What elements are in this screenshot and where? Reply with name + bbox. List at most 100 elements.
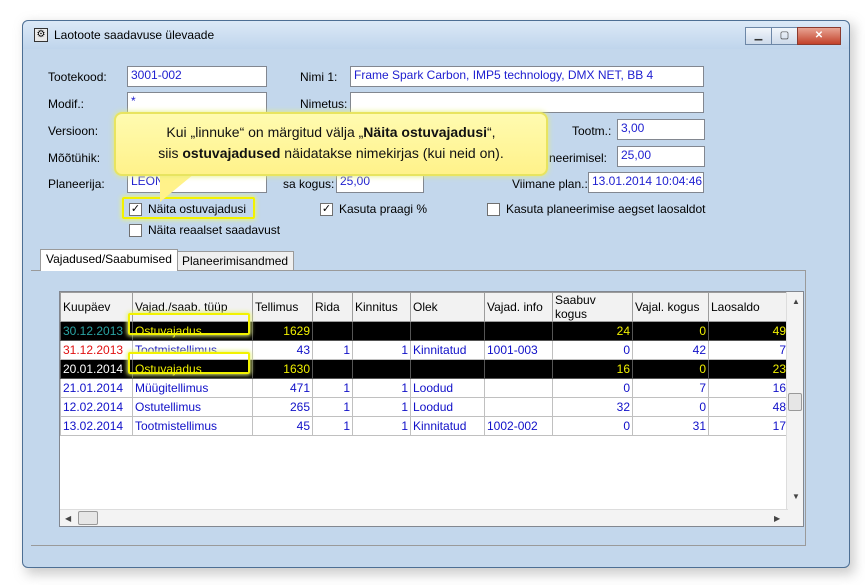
column-header[interactable]: Laosaldo (708, 292, 789, 322)
naita-reaalset-checkbox[interactable]: Näita reaalset saadavust (129, 223, 280, 237)
table-cell: 1 (312, 397, 353, 417)
table-cell: 1 (352, 378, 411, 398)
title-bar[interactable]: ⚙ Laotoote saadavuse ülevaade ▁ ▢ ✕ (23, 21, 849, 49)
table-cell: 30.12.2013 (60, 321, 133, 341)
table-cell: Ostutellimus (132, 397, 253, 417)
table-cell: 16 (708, 378, 789, 398)
column-header[interactable]: Vajal. kogus (632, 292, 709, 322)
table-cell: 0 (552, 340, 633, 360)
table-cell: 17 (708, 416, 789, 436)
table-cell (484, 359, 553, 379)
table-cell: 0 (552, 416, 633, 436)
column-header[interactable]: Kuupäev (60, 292, 133, 322)
table-cell: 13.02.2014 (60, 416, 133, 436)
empty-row (61, 436, 789, 455)
table-row[interactable]: 13.02.2014 Tootmistellimus 45 1 1 Kinnitatud 1… (60, 416, 789, 436)
table-cell: Kinnitatud (410, 416, 485, 436)
window-title: Laotoote saadavuse ülevaade (54, 28, 215, 42)
column-header[interactable]: Kinnitus (352, 292, 411, 322)
scroll-left-icon[interactable]: ◀ (65, 514, 71, 523)
table-cell (312, 321, 353, 341)
highlight-row1 (128, 313, 250, 335)
table-cell (312, 359, 353, 379)
table-cell: 23 (708, 359, 789, 379)
table-cell: Loodud (410, 397, 485, 417)
kogus-label: sa kogus: (283, 177, 335, 191)
app-icon: ⚙ (34, 28, 48, 42)
viimane-plan-label: Viimane plan.: (512, 177, 588, 191)
table-cell: 43 (252, 340, 313, 360)
table-cell (484, 321, 553, 341)
table-cell: 1 (312, 378, 353, 398)
close-button[interactable]: ✕ (797, 27, 841, 45)
table-cell: 7 (708, 340, 789, 360)
empty-row (61, 474, 789, 493)
tootekood-field[interactable]: 3001-002 (127, 66, 267, 87)
vertical-scrollbar[interactable]: ▲ ▼ (786, 292, 803, 526)
table-cell: 1 (312, 340, 353, 360)
maximize-button[interactable]: ▢ (771, 27, 797, 45)
table-cell: 49 (708, 321, 789, 341)
tooltip-callout: Kui „linnuke“ on märgitud välja „Näita o… (114, 112, 548, 176)
tab-vajadused[interactable]: Vajadused/Saabumised (40, 249, 178, 271)
table-row[interactable]: 21.01.2014 Müügitellimus 471 1 1 Loodud 0 7 16 (60, 378, 789, 398)
table-cell: 0 (632, 359, 709, 379)
table-cell: Tootmistellimus (132, 416, 253, 436)
table-cell: 1 (352, 397, 411, 417)
table-cell: 265 (252, 397, 313, 417)
table-cell: 31.12.2013 (60, 340, 133, 360)
table-cell (352, 359, 411, 379)
modif-label: Modif.: (48, 97, 85, 111)
planeerimisel-field[interactable]: 25,00 (617, 146, 705, 167)
scroll-thumb[interactable] (788, 393, 802, 411)
tootm-field[interactable]: 3,00 (617, 119, 705, 140)
table-cell: Müügitellimus (132, 378, 253, 398)
planeerija-label: Planeerija: (48, 177, 105, 191)
table-cell: 1 (312, 416, 353, 436)
column-header[interactable]: Tellimus (252, 292, 313, 322)
table-row[interactable]: 12.02.2014 Ostutellimus 265 1 1 Loodud 32 0 48 (60, 397, 789, 417)
scroll-hthumb[interactable] (78, 511, 98, 525)
mootuhik-label: Mõõtühik: (48, 151, 101, 165)
viimane-plan-field[interactable]: 13.01.2014 10:04:46 (588, 172, 704, 193)
table-cell: 471 (252, 378, 313, 398)
table-cell (410, 359, 485, 379)
scroll-right-icon[interactable]: ▶ (774, 514, 780, 523)
nimetus-field[interactable] (350, 92, 704, 113)
table-cell: 12.02.2014 (60, 397, 133, 417)
scroll-down-icon[interactable]: ▼ (792, 492, 800, 501)
table-cell: 16 (552, 359, 633, 379)
table-cell (484, 397, 553, 417)
nimetus-label: Nimetus: (300, 97, 348, 111)
table-cell: 1 (352, 340, 411, 360)
nimi1-field[interactable]: Frame Spark Carbon, IMP5 technology, DMX… (350, 66, 704, 87)
horizontal-scrollbar[interactable]: ◀ ▶ (60, 509, 788, 526)
table-cell: 21.01.2014 (60, 378, 133, 398)
callout-pointer (160, 174, 194, 202)
table-cell: 24 (552, 321, 633, 341)
table-cell: Loodud (410, 378, 485, 398)
scroll-up-icon[interactable]: ▲ (792, 297, 800, 306)
minimize-icon: ▁ (754, 30, 763, 41)
versioon-label: Versioon: (48, 124, 99, 138)
tootm-label: Tootm.: (572, 124, 612, 138)
tab-planeerimisandmed[interactable]: Planeerimisandmed (176, 251, 295, 271)
column-header[interactable]: Olek (410, 292, 485, 322)
empty-row (61, 455, 789, 474)
table-cell: 48 (708, 397, 789, 417)
column-header[interactable]: Rida (312, 292, 353, 322)
table-cell: 31 (632, 416, 709, 436)
column-header[interactable]: Saabuv kogus (552, 292, 633, 322)
highlight-row3 (128, 352, 250, 374)
modif-field[interactable]: * (127, 92, 267, 113)
nimi1-label: Nimi 1: (300, 70, 338, 84)
table-cell: 0 (552, 378, 633, 398)
column-header[interactable]: Vajad. info (484, 292, 553, 322)
kasuta-praagi-checkbox[interactable]: ✓ Kasuta praagi % (320, 202, 427, 216)
minimize-button[interactable]: ▁ (745, 27, 771, 45)
table-cell: 45 (252, 416, 313, 436)
kasuta-planeerimise-checkbox[interactable]: Kasuta planeerimise aegset laosaldot (487, 202, 705, 216)
table-cell (410, 321, 485, 341)
table-cell: 32 (552, 397, 633, 417)
checkmark-icon: ✓ (320, 202, 333, 216)
